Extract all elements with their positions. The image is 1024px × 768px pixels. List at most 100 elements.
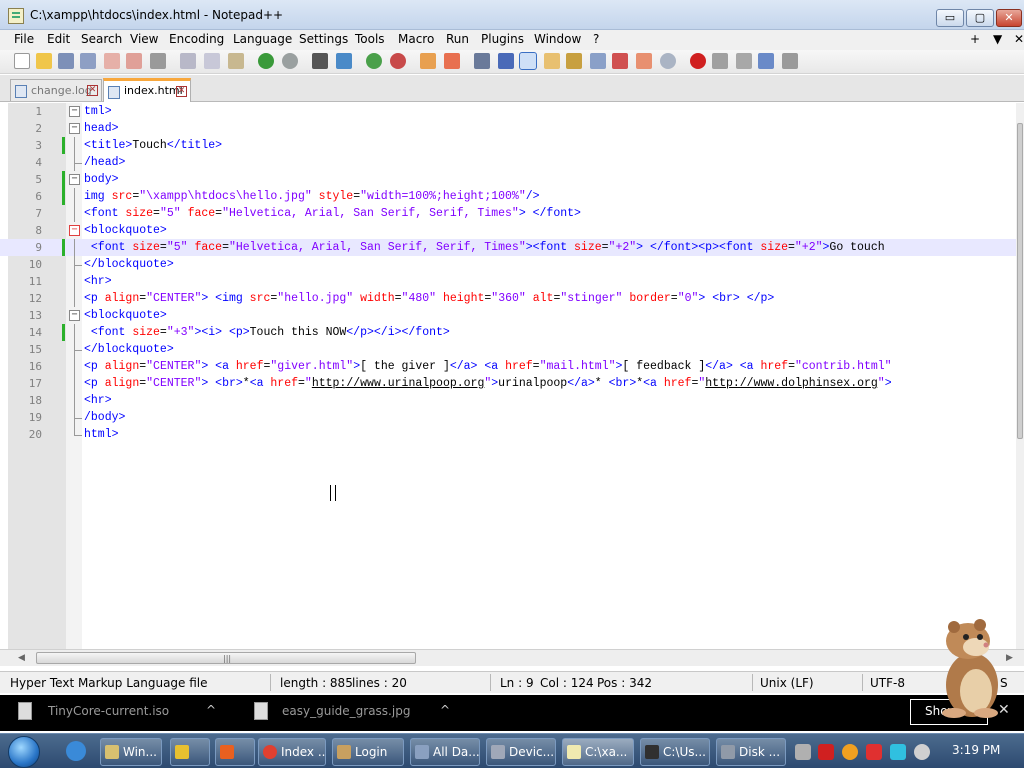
code-line[interactable]: 13 − <blockquote> (0, 307, 1016, 324)
vertical-scroll-thumb[interactable] (1017, 123, 1023, 439)
word-wrap-icon[interactable] (474, 53, 490, 69)
tab-change-log[interactable]: change.log ✕ (10, 79, 102, 101)
eye-icon[interactable] (660, 53, 676, 69)
stop-macro-icon[interactable] (712, 53, 728, 69)
print-icon[interactable] (150, 53, 166, 69)
menu-view[interactable]: View (130, 32, 158, 46)
cut-icon[interactable] (180, 53, 196, 69)
menu-settings[interactable]: Settings (299, 32, 348, 46)
code-line[interactable]: 6 img src="\xampp\htdocs\hello.jpg" style… (0, 188, 1016, 205)
menu-search[interactable]: Search (81, 32, 122, 46)
tab-close-icon[interactable]: ✕ (176, 86, 187, 97)
taskbar-task[interactable]: C:\xa... (562, 738, 634, 766)
ie-icon[interactable] (66, 741, 86, 761)
horizontal-scrollbar[interactable]: ◀ ||| ▶ (0, 649, 1024, 666)
editor-area[interactable]: 1− tml> 2− head> 3 <title>Touch</title> 4/head… (0, 103, 1024, 649)
minimize-button[interactable]: ▭ (936, 9, 964, 27)
fold-toggle-icon[interactable]: − (69, 106, 80, 117)
monitoring-icon[interactable] (636, 53, 652, 69)
vertical-scrollbar[interactable] (1016, 103, 1024, 649)
paste-icon[interactable] (228, 53, 244, 69)
menu-file[interactable]: File (14, 32, 34, 46)
code-line[interactable]: 1 − tml> (0, 103, 1016, 120)
tab-list-button[interactable]: ▼ (993, 32, 1002, 46)
tray-icon[interactable] (866, 744, 882, 760)
code-line[interactable]: 11 <hr> (0, 273, 1016, 290)
sync-horizontal-icon[interactable] (444, 53, 460, 69)
taskbar-clock[interactable]: 3:19 PM (952, 743, 1000, 757)
zoom-out-icon[interactable] (390, 53, 406, 69)
open-folder-icon[interactable] (36, 53, 52, 69)
sync-vertical-icon[interactable] (420, 53, 436, 69)
taskbar-task[interactable]: Devic... (486, 738, 556, 766)
find-icon[interactable] (312, 53, 328, 69)
code-line[interactable]: 7 <font size="5" face="Helvetica, Arial, … (0, 205, 1016, 222)
menu-tools[interactable]: Tools (355, 32, 385, 46)
code-line[interactable]: 18 <hr> (0, 392, 1016, 409)
folder-workspace-icon[interactable] (612, 53, 628, 69)
taskbar-task[interactable] (215, 738, 255, 766)
play-macro-icon[interactable] (736, 53, 752, 69)
close-button[interactable]: ✕ (996, 9, 1022, 27)
save-icon[interactable] (58, 53, 74, 69)
scroll-right-icon[interactable]: ▶ (1006, 653, 1013, 663)
tray-icon[interactable] (818, 744, 834, 760)
taskbar-task[interactable]: All Da... (410, 738, 480, 766)
save-all-icon[interactable] (80, 53, 96, 69)
download-item[interactable]: TinyCore-current.iso (48, 704, 169, 718)
close-all-icon[interactable] (126, 53, 142, 69)
code-line[interactable]: 2 − head> (0, 120, 1016, 137)
fold-toggle-icon[interactable]: − (69, 174, 80, 185)
replace-icon[interactable] (336, 53, 352, 69)
undo-icon[interactable] (258, 53, 274, 69)
menu-language[interactable]: Language (233, 32, 292, 46)
zoom-in-icon[interactable] (366, 53, 382, 69)
code-line[interactable]: 16 <p align="CENTER"> <a href="giver.html… (0, 358, 1016, 375)
code-line[interactable]: 4/head> (0, 154, 1016, 171)
tray-icon[interactable] (842, 744, 858, 760)
taskbar-task[interactable]: C:\Us... (640, 738, 710, 766)
tray-icon[interactable] (914, 744, 930, 760)
show-all-chars-icon[interactable] (498, 53, 514, 69)
code-line[interactable]: 17 <p align="CENTER"> <br>*<a href="http:… (0, 375, 1016, 392)
code-line[interactable]: 12 <p align = "CENTER"> <img src = "hello.jpg… (0, 290, 1016, 307)
horizontal-scroll-thumb[interactable]: ||| (36, 652, 416, 664)
record-macro-icon[interactable] (690, 53, 706, 69)
code-line[interactable]: 20 html> (0, 426, 1016, 443)
function-list-icon[interactable] (590, 53, 606, 69)
fold-toggle-icon[interactable]: − (69, 225, 80, 236)
code-line[interactable]: 15 </blockquote> (0, 341, 1016, 358)
menu-encoding[interactable]: Encoding (169, 32, 224, 46)
menu-help[interactable]: ? (593, 32, 599, 46)
menu-edit[interactable]: Edit (47, 32, 70, 46)
fold-toggle-icon[interactable]: − (69, 310, 80, 321)
taskbar-task[interactable]: Disk ... (716, 738, 786, 766)
tray-icon[interactable] (795, 744, 811, 760)
notepad-app-icon[interactable] (8, 8, 24, 24)
code-line[interactable]: 19/body> (0, 409, 1016, 426)
taskbar-task[interactable]: Login (332, 738, 404, 766)
code-line[interactable]: 10 </blockquote> (0, 256, 1016, 273)
code-line[interactable]: 9 <font size="5" face="Helvetica, Arial,… (0, 239, 1016, 256)
save-macro-icon[interactable] (782, 53, 798, 69)
tray-icon[interactable] (890, 744, 906, 760)
status-encoding[interactable]: UTF-8 (870, 676, 905, 690)
tab-close-icon[interactable]: ✕ (87, 85, 98, 96)
close-file-icon[interactable] (104, 53, 120, 69)
download-item[interactable]: easy_guide_grass.jpg (282, 704, 410, 718)
udl-icon[interactable] (544, 53, 560, 69)
chevron-up-icon[interactable]: ^ (206, 703, 216, 717)
run-macro-multiple-icon[interactable] (758, 53, 774, 69)
chevron-up-icon[interactable]: ^ (440, 703, 450, 717)
status-eol[interactable]: Unix (LF) (760, 676, 814, 690)
menu-run[interactable]: Run (446, 32, 469, 46)
taskbar-task[interactable] (170, 738, 210, 766)
new-instance-button[interactable]: + (970, 32, 980, 46)
menu-window[interactable]: Window (534, 32, 581, 46)
menu-plugins[interactable]: Plugins (481, 32, 524, 46)
indent-guide-icon[interactable] (519, 52, 537, 70)
doc-map-icon[interactable] (566, 53, 582, 69)
taskbar-task[interactable]: Win... (100, 738, 162, 766)
new-file-icon[interactable] (14, 53, 30, 69)
fold-toggle-icon[interactable]: − (69, 123, 80, 134)
